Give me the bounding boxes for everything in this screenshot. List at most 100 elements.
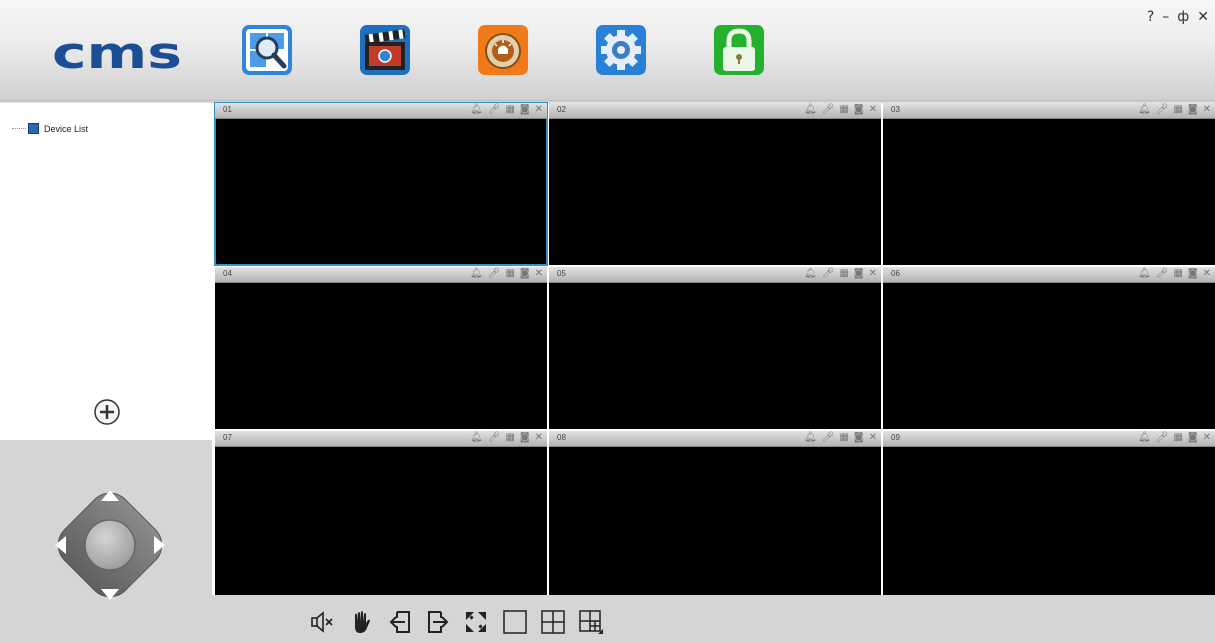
alarm-bell-icon[interactable]: 🔔︎ bbox=[1138, 268, 1151, 280]
microphone-icon[interactable]: 🎤︎ bbox=[488, 104, 501, 116]
close-icon[interactable]: ✕ bbox=[1203, 268, 1211, 280]
cell-icon-group: 🔔︎ 🎤︎ ▦ ◙ ✕ bbox=[470, 268, 543, 280]
device-list-label: Device List bbox=[44, 123, 89, 134]
close-icon[interactable]: ✕ bbox=[869, 432, 877, 444]
close-icon[interactable]: ✕ bbox=[1203, 104, 1211, 116]
video-cell-02[interactable]: 02 🔔︎ 🎤︎ ▦ ◙ ✕ bbox=[549, 103, 881, 265]
stop-all-button[interactable] bbox=[349, 609, 375, 635]
next-page-icon bbox=[428, 611, 449, 633]
cell-icon-group: 🔔︎ 🎤︎ ▦ ◙ ✕ bbox=[1138, 104, 1211, 116]
multi-view-menu-button[interactable] bbox=[578, 609, 604, 635]
lock-button[interactable] bbox=[713, 24, 765, 76]
alarm-bell-icon[interactable]: 🔔︎ bbox=[1138, 432, 1151, 444]
quad-view-icon bbox=[541, 610, 565, 634]
video-grid: 01 🔔︎ 🎤︎ ▦ ◙ ✕ 02 🔔︎ 🎤︎ ▦ ◙ ✕ 03 🔔︎ 🎤︎ ▦ ◙ ✕ 04 🔔︎ 🎤︎ ▦ ◙ ✕ 05 🔔︎… bbox=[214, 102, 1215, 595]
video-cell-04[interactable]: 04 🔔︎ 🎤︎ ▦ ◙ ✕ bbox=[215, 267, 547, 429]
next-page-button[interactable] bbox=[425, 609, 451, 635]
microphone-icon[interactable]: 🎤︎ bbox=[822, 268, 835, 280]
video-cell-titlebar: 02 🔔︎ 🎤︎ ▦ ◙ ✕ bbox=[549, 103, 881, 119]
video-cell-titlebar: 06 🔔︎ 🎤︎ ▦ ◙ ✕ bbox=[883, 267, 1215, 283]
close-icon[interactable]: ✕ bbox=[869, 268, 877, 280]
snapshot-camera-icon[interactable]: ◙ bbox=[520, 268, 530, 280]
video-cell-03[interactable]: 03 🔔︎ 🎤︎ ▦ ◙ ✕ bbox=[883, 103, 1215, 265]
record-icon[interactable]: ▦ bbox=[839, 104, 848, 116]
alarm-bell-icon[interactable]: 🔔︎ bbox=[470, 104, 483, 116]
cms-logo: cms bbox=[52, 38, 182, 70]
alarm-bell-icon[interactable]: 🔔︎ bbox=[470, 432, 483, 444]
gear-icon bbox=[596, 25, 646, 75]
video-cell-07[interactable]: 07 🔔︎ 🎤︎ ▦ ◙ ✕ bbox=[215, 431, 547, 595]
alarm-bell-icon[interactable]: 🔔︎ bbox=[804, 104, 817, 116]
single-view-button[interactable] bbox=[502, 609, 528, 635]
video-cell-06[interactable]: 06 🔔︎ 🎤︎ ▦ ◙ ✕ bbox=[883, 267, 1215, 429]
alarm-bell-icon[interactable]: 🔔︎ bbox=[804, 432, 817, 444]
microphone-icon[interactable]: 🎤︎ bbox=[488, 432, 501, 444]
quad-view-button[interactable] bbox=[540, 609, 566, 635]
previous-page-button[interactable] bbox=[387, 609, 413, 635]
ptz-center-button[interactable] bbox=[84, 519, 136, 571]
close-icon[interactable]: ✕ bbox=[1203, 432, 1211, 444]
fullscreen-button[interactable] bbox=[463, 609, 489, 635]
video-cell-05[interactable]: 05 🔔︎ 🎤︎ ▦ ◙ ✕ bbox=[549, 267, 881, 429]
restore-button[interactable]: ф bbox=[1177, 9, 1189, 25]
clapperboard-icon bbox=[360, 25, 410, 75]
multi-view-menu-icon bbox=[579, 610, 603, 634]
snapshot-camera-icon[interactable]: ◙ bbox=[1188, 432, 1198, 444]
video-cell-titlebar: 01 🔔︎ 🎤︎ ▦ ◙ ✕ bbox=[215, 103, 547, 119]
microphone-icon[interactable]: 🎤︎ bbox=[1156, 432, 1169, 444]
video-cell-01[interactable]: 01 🔔︎ 🎤︎ ▦ ◙ ✕ bbox=[214, 102, 548, 266]
record-icon[interactable]: ▦ bbox=[505, 432, 514, 444]
record-icon[interactable]: ▦ bbox=[1173, 268, 1182, 280]
alarm-light-icon bbox=[478, 25, 528, 75]
svg-text:cms: cms bbox=[52, 38, 182, 70]
close-icon[interactable]: ✕ bbox=[535, 432, 543, 444]
channel-number: 02 bbox=[557, 105, 566, 114]
help-button[interactable]: ? bbox=[1147, 9, 1154, 25]
device-list-node[interactable]: Device List bbox=[12, 123, 88, 134]
top-header: cms ? – ф ✕ bbox=[0, 0, 1215, 103]
device-sidebar: Device List bbox=[0, 103, 212, 440]
alarm-bell-icon[interactable]: 🔔︎ bbox=[470, 268, 483, 280]
add-device-button[interactable] bbox=[93, 398, 121, 426]
video-cell-titlebar: 07 🔔︎ 🎤︎ ▦ ◙ ✕ bbox=[215, 431, 547, 447]
close-button[interactable]: ✕ bbox=[1197, 9, 1209, 25]
alarm-button[interactable] bbox=[477, 24, 529, 76]
ptz-control-pad[interactable] bbox=[45, 480, 175, 610]
microphone-icon[interactable]: 🎤︎ bbox=[1156, 268, 1169, 280]
minimize-button[interactable]: – bbox=[1162, 9, 1169, 25]
snapshot-camera-icon[interactable]: ◙ bbox=[520, 432, 530, 444]
record-icon[interactable]: ▦ bbox=[839, 268, 848, 280]
record-icon[interactable]: ▦ bbox=[1173, 104, 1182, 116]
mute-button[interactable] bbox=[310, 609, 336, 635]
search-magnifier-icon bbox=[242, 25, 292, 75]
microphone-icon[interactable]: 🎤︎ bbox=[822, 432, 835, 444]
microphone-icon[interactable]: 🎤︎ bbox=[822, 104, 835, 116]
close-icon[interactable]: ✕ bbox=[869, 104, 877, 116]
record-icon[interactable]: ▦ bbox=[839, 432, 848, 444]
alarm-bell-icon[interactable]: 🔔︎ bbox=[1138, 104, 1151, 116]
microphone-icon[interactable]: 🎤︎ bbox=[488, 268, 501, 280]
snapshot-camera-icon[interactable]: ◙ bbox=[854, 268, 864, 280]
search-device-button[interactable] bbox=[241, 24, 293, 76]
cell-icon-group: 🔔︎ 🎤︎ ▦ ◙ ✕ bbox=[470, 432, 543, 444]
cell-icon-group: 🔔︎ 🎤︎ ▦ ◙ ✕ bbox=[804, 432, 877, 444]
playback-button[interactable] bbox=[359, 24, 411, 76]
record-icon[interactable]: ▦ bbox=[505, 104, 514, 116]
video-cell-titlebar: 08 🔔︎ 🎤︎ ▦ ◙ ✕ bbox=[549, 431, 881, 447]
close-icon[interactable]: ✕ bbox=[535, 104, 543, 116]
microphone-icon[interactable]: 🎤︎ bbox=[1156, 104, 1169, 116]
settings-button[interactable] bbox=[595, 24, 647, 76]
record-icon[interactable]: ▦ bbox=[1173, 432, 1182, 444]
single-view-icon bbox=[503, 610, 527, 634]
record-icon[interactable]: ▦ bbox=[505, 268, 514, 280]
video-cell-09[interactable]: 09 🔔︎ 🎤︎ ▦ ◙ ✕ bbox=[883, 431, 1215, 595]
snapshot-camera-icon[interactable]: ◙ bbox=[854, 104, 864, 116]
close-icon[interactable]: ✕ bbox=[535, 268, 543, 280]
alarm-bell-icon[interactable]: 🔔︎ bbox=[804, 268, 817, 280]
video-cell-titlebar: 09 🔔︎ 🎤︎ ▦ ◙ ✕ bbox=[883, 431, 1215, 447]
snapshot-camera-icon[interactable]: ◙ bbox=[520, 104, 530, 116]
video-cell-08[interactable]: 08 🔔︎ 🎤︎ ▦ ◙ ✕ bbox=[549, 431, 881, 595]
snapshot-camera-icon[interactable]: ◙ bbox=[1188, 268, 1198, 280]
snapshot-camera-icon[interactable]: ◙ bbox=[1188, 104, 1198, 116]
snapshot-camera-icon[interactable]: ◙ bbox=[854, 432, 864, 444]
